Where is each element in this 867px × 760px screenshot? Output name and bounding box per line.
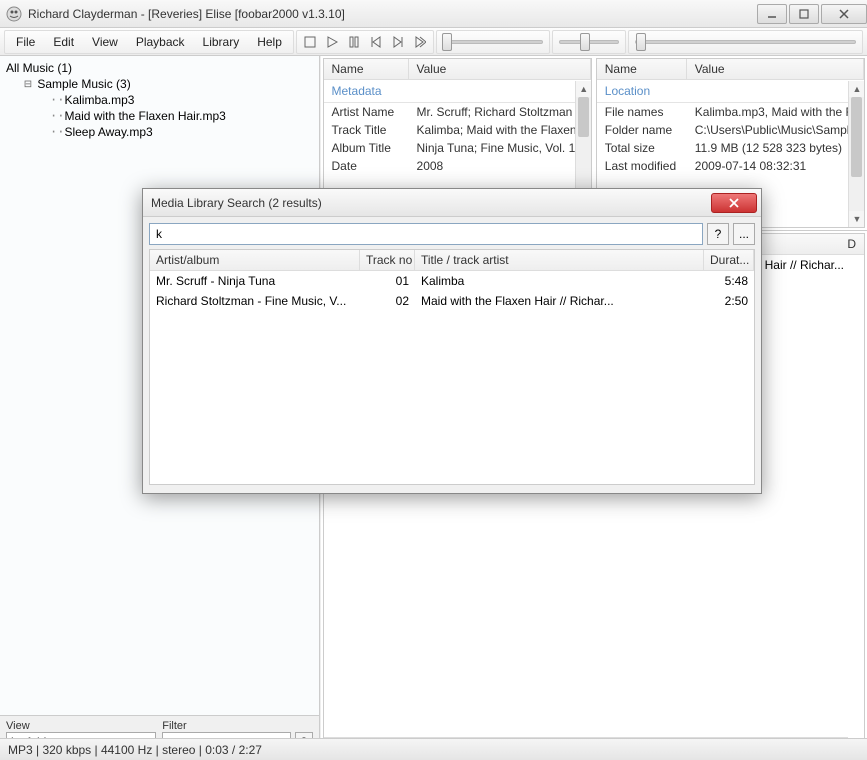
metadata-section: Metadata (324, 80, 591, 103)
search-results: Artist/album Track no Title / track arti… (149, 249, 755, 485)
menu-playback[interactable]: Playback (127, 32, 194, 52)
location-section: Location (597, 80, 864, 103)
dialog-body: ? ... Artist/album Track no Title / trac… (143, 217, 761, 491)
col-artist[interactable]: Artist/album (150, 250, 360, 270)
menu-group: File Edit View Playback Library Help (4, 30, 294, 54)
col-value[interactable]: Value (687, 59, 864, 79)
window-title: Richard Clayderman - [Reveries] Elise [f… (28, 7, 755, 21)
playback-controls (296, 30, 434, 54)
tree-item[interactable]: ·· Maid with the Flaxen Hair.mp3 (6, 108, 313, 124)
play-icon[interactable] (322, 33, 342, 51)
prev-icon[interactable] (366, 33, 386, 51)
tree-item[interactable]: ·· Kalimba.mp3 (6, 92, 313, 108)
pause-icon[interactable] (344, 33, 364, 51)
metadata-row[interactable]: Date2008 (324, 157, 591, 175)
dialog-titlebar[interactable]: Media Library Search (2 results) (143, 189, 761, 217)
location-row[interactable]: Total size11.9 MB (12 528 323 bytes) (597, 139, 864, 157)
metadata-header[interactable]: Name Value (324, 59, 591, 80)
location-row[interactable]: Last modified2009-07-14 08:32:31 (597, 157, 864, 175)
next-icon[interactable] (388, 33, 408, 51)
menu-library[interactable]: Library (194, 32, 249, 52)
dialog-close-button[interactable] (711, 193, 757, 213)
col-name[interactable]: Name (597, 59, 687, 79)
metadata-row[interactable]: Track TitleKalimba; Maid with the Flaxen (324, 121, 591, 139)
metadata-row[interactable]: Album TitleNinja Tuna; Fine Music, Vol. … (324, 139, 591, 157)
search-more-button[interactable]: ... (733, 223, 755, 245)
balance-slider[interactable] (628, 30, 863, 54)
scroll-up-icon[interactable]: ▲ (849, 81, 865, 97)
close-button[interactable] (821, 4, 867, 24)
menubar: File Edit View Playback Library Help (0, 28, 867, 56)
location-scrollbar[interactable]: ▲ ▼ (848, 81, 864, 227)
minimize-button[interactable] (757, 4, 787, 24)
col-title[interactable]: Title / track artist (415, 250, 704, 270)
dialog-search-row: ? ... (149, 223, 755, 245)
location-row[interactable]: File namesKalimba.mp3, Maid with the Fla (597, 103, 864, 121)
collapse-icon[interactable]: ⊟ (22, 79, 34, 90)
status-text: MP3 | 320 kbps | 44100 Hz | stereo | 0:0… (8, 743, 262, 757)
status-bar: MP3 | 320 kbps | 44100 Hz | stereo | 0:0… (0, 738, 867, 760)
col-name[interactable]: Name (324, 59, 409, 79)
seek-bar[interactable] (436, 30, 550, 54)
results-header[interactable]: Artist/album Track no Title / track arti… (150, 250, 754, 271)
location-row[interactable]: Folder nameC:\Users\Public\Music\Sample (597, 121, 864, 139)
stop-icon[interactable] (300, 33, 320, 51)
menu-file[interactable]: File (7, 32, 44, 52)
menu-view[interactable]: View (83, 32, 127, 52)
menu-help[interactable]: Help (248, 32, 291, 52)
col-duration[interactable]: Durat... (704, 250, 754, 270)
maximize-button[interactable] (789, 4, 819, 24)
app-icon (6, 6, 22, 22)
scroll-up-icon[interactable]: ▲ (576, 81, 592, 97)
metadata-row[interactable]: Artist NameMr. Scruff; Richard Stoltzman (324, 103, 591, 121)
menu-edit[interactable]: Edit (44, 32, 83, 52)
search-help-button[interactable]: ? (707, 223, 729, 245)
random-icon[interactable] (410, 33, 430, 51)
location-header[interactable]: Name Value (597, 59, 864, 80)
scroll-down-icon[interactable]: ▼ (849, 211, 865, 227)
result-row[interactable]: Richard Stoltzman - Fine Music, V... 02 … (150, 291, 754, 311)
search-input[interactable] (149, 223, 703, 245)
search-dialog: Media Library Search (2 results) ? ... A… (142, 188, 762, 494)
col-trackno[interactable]: Track no (360, 250, 415, 270)
view-label: View (6, 720, 156, 732)
col-value[interactable]: Value (409, 59, 591, 79)
dialog-title-text: Media Library Search (2 results) (151, 196, 711, 210)
window-controls (755, 4, 867, 24)
window-titlebar: Richard Clayderman - [Reveries] Elise [f… (0, 0, 867, 28)
tree-group[interactable]: ⊟ Sample Music (3) (6, 76, 313, 92)
tree-root[interactable]: All Music (1) (6, 60, 313, 76)
tree-item[interactable]: ·· Sleep Away.mp3 (6, 124, 313, 140)
volume-slider[interactable] (552, 30, 626, 54)
filter-label: Filter (162, 720, 312, 732)
result-row[interactable]: Mr. Scruff - Ninja Tuna 01 Kalimba 5:48 (150, 271, 754, 291)
